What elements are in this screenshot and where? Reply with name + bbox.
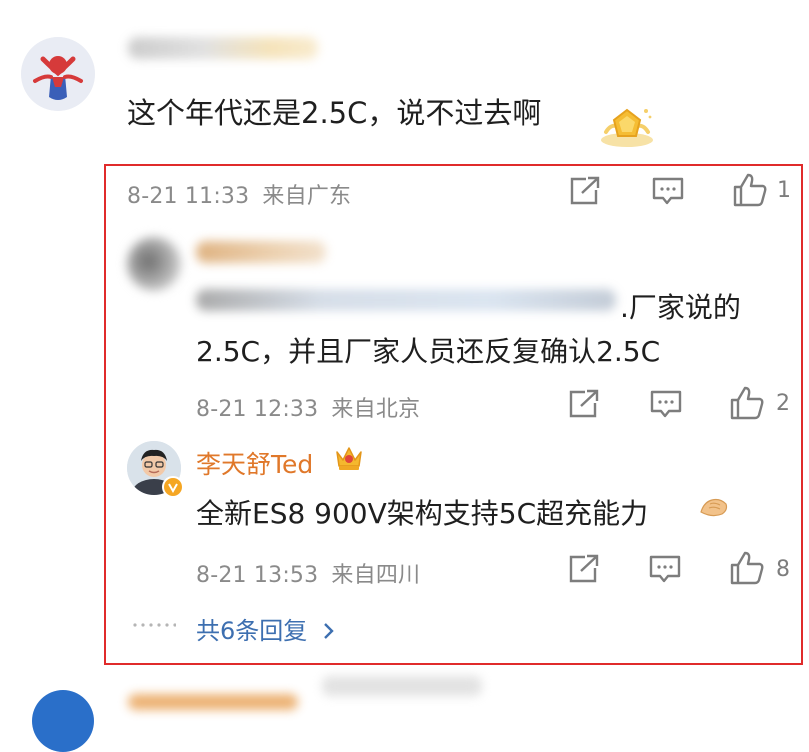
next-comment-avatar[interactable]	[32, 690, 94, 752]
reply-username-blurred	[196, 241, 326, 263]
like-count: 1	[777, 178, 791, 203]
chevron-right-icon	[323, 618, 335, 646]
ted-reply-meta: 8-21 13:53 来自四川	[196, 557, 420, 589]
ted-reply-location: 来自四川	[331, 563, 421, 588]
reply-text-end: .厂家说的	[620, 291, 741, 324]
more-replies-label: 共6条回复	[196, 617, 308, 645]
fist-emoji-icon	[698, 492, 730, 520]
more-replies-link[interactable]: 共6条回复	[196, 611, 335, 646]
ellipsis-icon	[132, 614, 177, 635]
verified-badge-icon	[162, 476, 184, 498]
ted-reply-text: 全新ES8 900V架构支持5C超充能力	[196, 497, 649, 530]
like-icon[interactable]	[732, 172, 768, 208]
spiderman-avatar-icon	[21, 37, 95, 111]
share-icon[interactable]	[567, 388, 601, 420]
watermark-blurred	[322, 676, 482, 696]
next-username-blurred	[128, 694, 298, 710]
like-icon[interactable]	[729, 385, 765, 421]
share-icon[interactable]	[568, 175, 602, 207]
reply-text-line2: 2.5C，并且厂家人员还反复确认2.5C	[196, 335, 661, 368]
reply-time: 8-21 12:33	[196, 397, 319, 422]
reply-avatar-blurred	[127, 237, 181, 291]
reply-text-blurred	[196, 289, 616, 311]
reply-location: 来自北京	[331, 397, 421, 422]
comment-icon[interactable]	[649, 388, 683, 420]
ted-reply-time: 8-21 13:53	[196, 563, 319, 588]
like-count: 2	[776, 391, 790, 416]
comment-location: 来自广东	[262, 184, 352, 209]
like-count: 8	[776, 557, 790, 582]
share-icon[interactable]	[567, 553, 601, 585]
crown-icon	[333, 442, 365, 472]
comment-time: 8-21 11:33	[127, 184, 250, 209]
comment-meta: 8-21 11:33 来自广东	[127, 178, 351, 210]
reply-meta: 8-21 12:33 来自北京	[196, 391, 420, 423]
gold-badge-icon	[598, 102, 656, 150]
top-comment-text: 这个年代还是2.5C，说不过去啊	[127, 96, 542, 130]
like-icon[interactable]	[729, 550, 765, 586]
comment-icon[interactable]	[651, 175, 685, 207]
blurred-username	[128, 37, 318, 59]
comment-icon[interactable]	[648, 553, 682, 585]
commenter-avatar[interactable]	[21, 37, 95, 111]
top-comment: 这个年代还是2.5C，说不过去啊	[0, 0, 809, 160]
ted-username[interactable]: 李天舒Ted	[196, 445, 313, 481]
